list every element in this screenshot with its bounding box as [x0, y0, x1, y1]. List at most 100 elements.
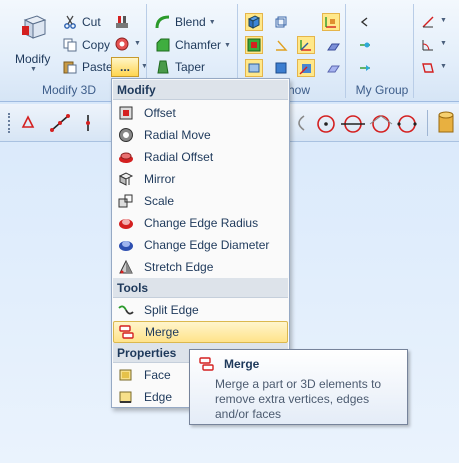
menu-item-mirror[interactable]: Mirror: [113, 168, 288, 190]
stretch-edge-icon: [117, 258, 135, 276]
modify-button[interactable]: Modify ▼: [10, 6, 60, 73]
mirror-red-icon[interactable]: [419, 59, 437, 77]
paste-button[interactable]: Paste: [62, 59, 113, 75]
chevron-down-icon: ▼: [30, 66, 37, 73]
chamfer-button[interactable]: Chamfer ▼: [155, 37, 231, 53]
flat-plane-icon[interactable]: [324, 38, 342, 56]
axes-view-icon[interactable]: [297, 36, 315, 54]
group-label-modify-3d: Modify 3D: [41, 83, 97, 97]
wire-cube-icon[interactable]: [272, 13, 290, 31]
blend-label: Blend: [175, 15, 206, 29]
copy-button[interactable]: Copy: [62, 37, 110, 53]
toolbar-separator: [427, 110, 428, 136]
more-button[interactable]: ...: [111, 57, 139, 77]
lavender-plane-icon[interactable]: [324, 60, 342, 78]
chevron-down-icon: ▼: [224, 41, 231, 49]
menu-item-scale[interactable]: Scale: [113, 190, 288, 212]
circle-diameter-icon[interactable]: [340, 114, 366, 137]
menu-item-stretch-edge[interactable]: Stretch Edge: [113, 256, 288, 278]
menu-item-label: Scale: [144, 194, 175, 208]
menu-item-label: Change Edge Radius: [144, 216, 259, 230]
arc-tool-icon[interactable]: [292, 114, 306, 135]
cube-view-icon[interactable]: [245, 13, 263, 31]
section-header-tools: Tools: [113, 278, 288, 298]
copy-icon: [62, 37, 78, 53]
menu-item-label: Offset: [144, 106, 176, 120]
paste-label: Paste: [82, 60, 113, 74]
snap-arrow-icon[interactable]: [356, 59, 374, 77]
plane-view-icon[interactable]: [245, 59, 263, 77]
cut-label: Cut: [82, 15, 101, 29]
more-label: ...: [119, 60, 130, 74]
modify-3d-icon: [20, 12, 50, 45]
menu-item-label: Change Edge Diameter: [144, 238, 270, 252]
menu-item-label: Stretch Edge: [144, 260, 214, 274]
group-separator: [413, 4, 414, 98]
modify-label: Modify: [15, 52, 51, 66]
angle-icon[interactable]: [272, 36, 290, 54]
axes-solid-icon[interactable]: [297, 59, 315, 77]
menu-item-change-edge-radius[interactable]: Change Edge Radius: [113, 212, 288, 234]
menu-item-radial-move[interactable]: Radial Move: [113, 124, 288, 146]
blend-icon: [155, 14, 171, 30]
mirror-icon: [117, 170, 135, 188]
split-edge-icon: [117, 301, 135, 319]
tooltip-title: Merge: [224, 357, 260, 371]
paste-icon: [62, 59, 78, 75]
edge-icon: [117, 388, 135, 406]
edge-diameter-icon: [117, 236, 135, 254]
menu-item-label: Edge: [144, 390, 173, 404]
blend-button[interactable]: Blend ▼: [155, 14, 216, 30]
scissors-icon: [62, 14, 78, 30]
angle-dim-icon[interactable]: [419, 36, 437, 54]
merge-tooltip: Merge Merge a part or 3D elements to rem…: [189, 349, 408, 425]
circle-three-point-icon[interactable]: [396, 114, 418, 137]
taper-label: Taper: [175, 60, 206, 74]
copy-label: Copy: [82, 38, 111, 52]
line-tool-icon[interactable]: [50, 114, 70, 135]
face-icon: [117, 366, 135, 384]
chamfer-icon: [155, 37, 171, 53]
merge-icon: [118, 323, 136, 341]
menu-item-label: Face: [144, 368, 171, 382]
menu-item-change-edge-diameter[interactable]: Change Edge Diameter: [113, 234, 288, 256]
axes-origin-icon[interactable]: [322, 13, 340, 31]
grip-icon: [8, 113, 11, 133]
radial-offset-icon[interactable]: [113, 35, 131, 53]
menu-item-offset[interactable]: Offset: [113, 102, 288, 124]
angle-red-icon[interactable]: [419, 13, 437, 31]
chevron-down-icon[interactable]: ▼: [134, 40, 141, 47]
grid-view-icon[interactable]: [245, 36, 263, 54]
taper-button[interactable]: Taper: [155, 59, 205, 75]
snap-point-icon[interactable]: [356, 36, 374, 54]
circle-center-icon[interactable]: [316, 114, 336, 137]
circle-tangent-icon[interactable]: [369, 114, 393, 137]
radial-move-icon: [117, 126, 135, 144]
snap-left-icon[interactable]: [356, 13, 374, 31]
tooltip-header: Merge: [198, 356, 399, 372]
vertical-line-icon[interactable]: [82, 114, 94, 135]
scale-icon: [117, 192, 135, 210]
menu-item-label: Radial Offset: [144, 150, 214, 164]
robot-arm-icon[interactable]: [113, 13, 131, 31]
section-header-modify: Modify: [113, 80, 288, 100]
chevron-down-icon[interactable]: ▼: [440, 63, 447, 70]
menu-item-label: Mirror: [144, 172, 176, 186]
chevron-down-icon[interactable]: ▼: [440, 40, 447, 47]
menu-item-label: Merge: [145, 325, 180, 339]
merge-icon: [198, 356, 216, 372]
solid-view-icon[interactable]: [272, 59, 290, 77]
cylinder-icon[interactable]: [437, 111, 455, 138]
chevron-down-icon[interactable]: ▼: [440, 17, 447, 24]
offset-icon: [117, 104, 135, 122]
menu-item-merge[interactable]: Merge: [113, 321, 288, 343]
radial-offset-icon: [117, 148, 135, 166]
menu-item-radial-offset[interactable]: Radial Offset: [113, 146, 288, 168]
menu-item-split-edge[interactable]: Split Edge: [113, 299, 288, 321]
chevron-down-icon: ▼: [208, 18, 216, 26]
group-label-my-group: My Group: [355, 83, 409, 97]
point-tool-icon[interactable]: [20, 114, 36, 133]
edge-radius-icon: [117, 214, 135, 232]
taper-icon: [155, 59, 171, 75]
cut-button[interactable]: Cut: [62, 14, 101, 30]
